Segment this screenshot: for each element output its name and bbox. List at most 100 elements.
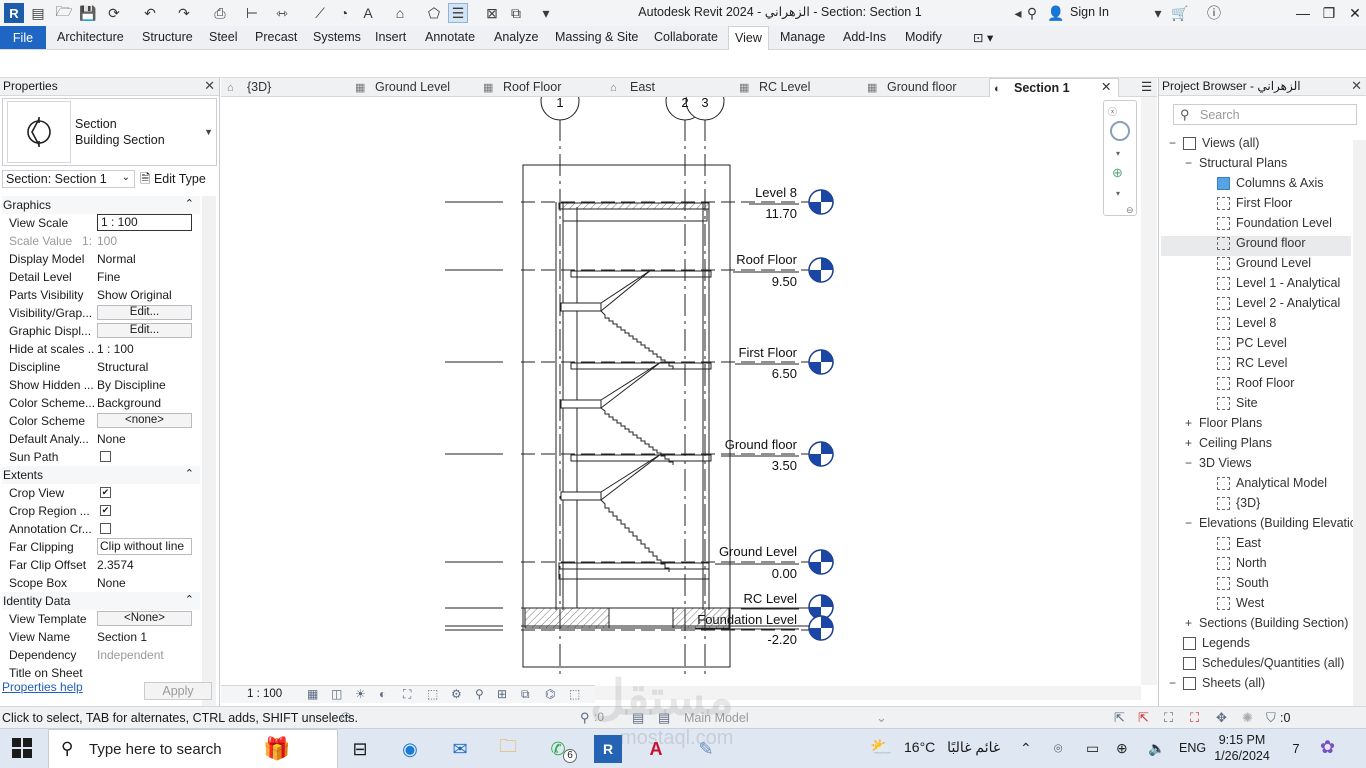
- property-value[interactable]: Fine: [97, 270, 192, 284]
- chevron-down-icon[interactable]: ▼: [204, 127, 213, 137]
- tab-view[interactable]: View: [728, 26, 769, 50]
- far-clipping-button[interactable]: Clip without line: [97, 538, 192, 555]
- expand-icon[interactable]: +: [1185, 436, 1195, 450]
- level-name[interactable]: Foundation Level: [697, 612, 797, 627]
- revit-taskbar-icon[interactable]: R: [594, 735, 622, 763]
- browser-tree-item[interactable]: Columns & Axis: [1161, 176, 1351, 196]
- browser-tree-item[interactable]: + Floor Plans: [1161, 416, 1351, 436]
- reveal-hidden-icon[interactable]: ⊞: [497, 687, 507, 701]
- graphic-display-edit-button[interactable]: Edit...: [97, 323, 192, 338]
- select-underlay-icon[interactable]: ⇱: [1138, 710, 1149, 726]
- close-icon[interactable]: ✕: [204, 78, 215, 94]
- browser-tree-item[interactable]: − Views (all): [1161, 136, 1351, 156]
- ribbon-display-toggle-icon[interactable]: ⊡ ▾: [973, 30, 993, 45]
- view-scale-button[interactable]: 1 : 100: [247, 688, 282, 700]
- browser-tree-item[interactable]: Schedules/Quantities (all): [1161, 656, 1351, 676]
- tab-architecture[interactable]: Architecture: [57, 30, 124, 44]
- instance-filter-select[interactable]: Section: Section 1 ⌄: [2, 170, 135, 188]
- show-crop-icon[interactable]: ⬚: [427, 687, 438, 701]
- language-indicator[interactable]: ENG: [1179, 741, 1206, 755]
- browser-tree-item[interactable]: − Elevations (Building Elevation): [1161, 516, 1366, 536]
- tab-manage[interactable]: Manage: [780, 30, 825, 44]
- browser-tree-item[interactable]: Ground Level: [1161, 256, 1351, 276]
- linear-icon[interactable]: ⟋: [310, 3, 330, 23]
- chevron-down-icon[interactable]: ▾: [1116, 189, 1120, 198]
- close-window-button[interactable]: ✕: [1342, 2, 1366, 24]
- switch-windows-icon[interactable]: ⧉: [506, 3, 526, 23]
- tab-massing-site[interactable]: Massing & Site: [555, 30, 638, 44]
- tab-modify[interactable]: Modify: [905, 30, 942, 44]
- tab-precast[interactable]: Precast: [255, 30, 297, 44]
- browser-tree-item[interactable]: Ground floor: [1161, 236, 1351, 256]
- tab-file[interactable]: File: [0, 26, 46, 49]
- properties-help-link[interactable]: Properties help: [2, 680, 83, 694]
- type-selector[interactable]: Section Building Section ▼: [2, 98, 217, 166]
- binoculars-icon[interactable]: ⚲: [1022, 3, 1042, 23]
- tab-3d-view[interactable]: ⌂ {3D}: [227, 80, 271, 94]
- edit-type-button[interactable]: 🗎 Edit Type: [140, 170, 206, 192]
- level-name[interactable]: Ground Level: [719, 544, 797, 559]
- editable-icon[interactable]: ⚲: [580, 710, 590, 726]
- browser-tree-item[interactable]: + Ceiling Plans: [1161, 436, 1351, 456]
- tab-structure[interactable]: Structure: [142, 30, 193, 44]
- chevron-down-icon[interactable]: ⌄: [876, 710, 887, 726]
- sync-icon[interactable]: ⟳: [104, 3, 124, 23]
- browser-tree-item[interactable]: Foundation Level: [1161, 216, 1351, 236]
- analytical-model-icon[interactable]: ⌬: [545, 687, 555, 701]
- view-scale-input[interactable]: 1 : 100: [97, 214, 192, 231]
- dimension-icon[interactable]: ⇿: [272, 3, 292, 23]
- help-icon[interactable]: ⓘ: [1204, 3, 1224, 23]
- property-value[interactable]: Structural: [97, 360, 192, 374]
- property-value[interactable]: 2.3574: [97, 558, 192, 572]
- minimize-button[interactable]: —: [1290, 2, 1316, 24]
- network-icon[interactable]: ⊕: [1116, 740, 1128, 757]
- group-graphics[interactable]: Graphics ⌃: [2, 196, 200, 214]
- crop-view-checkbox[interactable]: ✔: [100, 487, 111, 498]
- text-icon[interactable]: A: [358, 3, 378, 23]
- tab-east[interactable]: ⌂ East: [610, 80, 655, 94]
- tabs-menu-icon[interactable]: ☰: [1141, 79, 1152, 94]
- visual-style-icon[interactable]: ◫: [331, 687, 342, 701]
- level-name[interactable]: First Floor: [739, 345, 798, 360]
- filter-icon[interactable]: ⛉: [1266, 710, 1276, 726]
- tab-section-1[interactable]: ◐ Section 1: [989, 78, 1119, 97]
- background-processes-icon[interactable]: ✺: [1242, 710, 1253, 726]
- revit-logo-icon[interactable]: R: [4, 3, 24, 23]
- tab-annotate[interactable]: Annotate: [425, 30, 475, 44]
- level-name[interactable]: Level 8: [755, 185, 797, 200]
- chevron-up-icon[interactable]: ⌃: [1020, 740, 1032, 757]
- highlight-displacement-icon[interactable]: ⬚: [569, 687, 580, 701]
- save-icon[interactable]: 💾: [78, 3, 98, 23]
- browser-tree-item[interactable]: East: [1161, 536, 1351, 556]
- expand-icon[interactable]: +: [1185, 616, 1195, 630]
- collapse-icon[interactable]: −: [1169, 136, 1179, 150]
- gift-icon[interactable]: 🎁: [263, 736, 290, 762]
- collapse-group-icon[interactable]: ⌃: [185, 593, 194, 606]
- browser-tree-item[interactable]: PC Level: [1161, 336, 1351, 356]
- customize-qat-icon[interactable]: ▾: [536, 3, 556, 23]
- print-icon[interactable]: ⎙: [210, 3, 230, 23]
- crop-view-icon[interactable]: ⛶: [403, 687, 411, 702]
- browser-scrollbar[interactable]: [1353, 140, 1366, 706]
- browser-tree-item[interactable]: Site: [1161, 396, 1351, 416]
- select-links-icon[interactable]: ⇱: [1114, 710, 1125, 726]
- close-tab-icon[interactable]: ✕: [1101, 79, 1111, 94]
- notifications-icon[interactable]: 7: [1285, 737, 1307, 759]
- tab-ground-floor[interactable]: ▦ Ground floor: [867, 80, 956, 94]
- collapse-group-icon[interactable]: ⌃: [185, 467, 194, 480]
- temporary-hide-icon[interactable]: ⚲: [475, 687, 484, 701]
- zoom-icon[interactable]: ⊕: [1112, 165, 1123, 181]
- sign-in-link[interactable]: Sign In: [1070, 5, 1109, 19]
- browser-tree-item[interactable]: Analytical Model: [1161, 476, 1351, 496]
- redo-icon[interactable]: ↷: [174, 3, 194, 23]
- property-value[interactable]: None: [97, 576, 192, 590]
- tab-analyze[interactable]: Analyze: [494, 30, 538, 44]
- browser-tree-item[interactable]: {3D}: [1161, 496, 1351, 516]
- edge-icon[interactable]: ◉: [396, 735, 424, 763]
- property-value[interactable]: Show Original: [97, 288, 192, 302]
- detail-level-icon[interactable]: ▦: [307, 687, 318, 701]
- worksets-icon[interactable]: ⚇: [340, 710, 352, 726]
- browser-tree-item[interactable]: West: [1161, 596, 1351, 616]
- browser-tree-item[interactable]: + Sections (Building Section): [1161, 616, 1351, 636]
- browser-tree-item[interactable]: Roof Floor: [1161, 376, 1351, 396]
